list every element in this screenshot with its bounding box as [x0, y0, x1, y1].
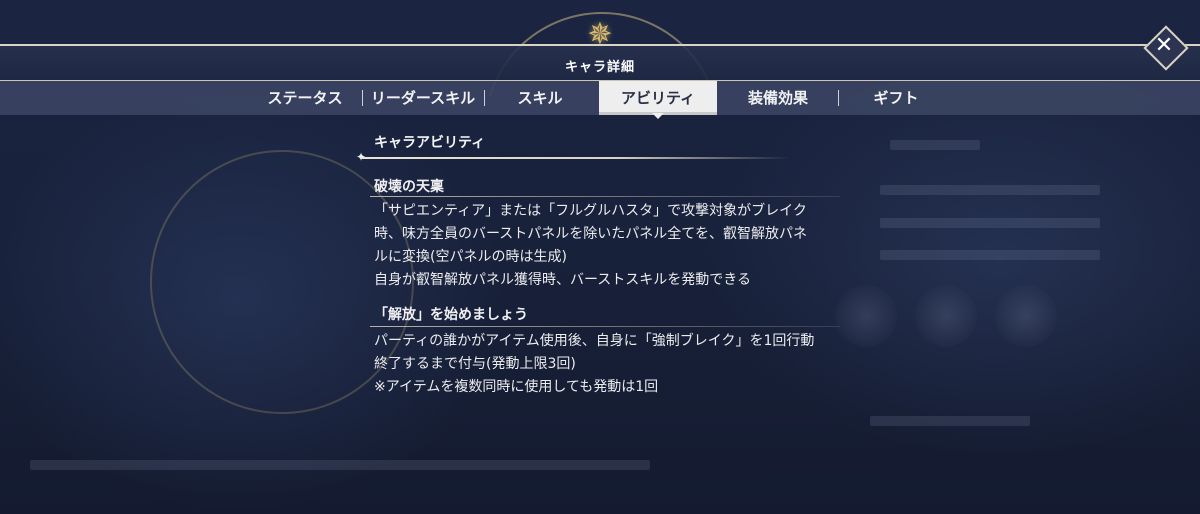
tab-ability[interactable]: アビリティ	[599, 81, 717, 115]
background-portrait	[995, 285, 1057, 347]
tab-separator	[362, 90, 363, 106]
background-stat-bar	[880, 250, 1100, 260]
ability-description: 「サピエンティア」または「フルグルハスタ」で攻撃対象がブレイク 時、味方全員のバ…	[374, 200, 864, 292]
close-icon: ✕	[1154, 33, 1174, 58]
close-button[interactable]: ✕	[1143, 25, 1189, 71]
ability-description-line: ルに変換(空パネルの時は生成)	[374, 249, 567, 265]
background-stat-bar	[30, 460, 650, 470]
ability-description-line: パーティの誰かがアイテム使用後、自身に「強制ブレイク」を1回行動	[374, 333, 815, 349]
ability-name: 「解放」を始めましょう	[374, 307, 528, 323]
background-stat-bar	[880, 185, 1100, 195]
ability-description-line: 自身が叡智解放パネル獲得時、バーストスキルを発動できる	[374, 272, 752, 288]
section-title: キャラアビリティ	[374, 135, 486, 151]
tab-separator	[484, 90, 485, 106]
ability-description-line: 時、味方全員のバーストパネルを除いたパネル全てを、叡智解放パネ	[374, 226, 808, 242]
ability-description-line: ※アイテムを複数同時に使用しても発動は1回	[374, 379, 659, 395]
background-stat-bar	[880, 218, 1100, 228]
ability-description-line: 「サピエンティア」または「フルグルハスタ」で攻撃対象がブレイク	[374, 203, 807, 219]
tab-status[interactable]: ステータス	[258, 81, 352, 115]
tab-separator	[838, 90, 839, 106]
page-title: キャラ詳細	[564, 60, 635, 75]
active-tab-pointer	[652, 113, 664, 119]
tab-equipment-effect[interactable]: 装備効果	[736, 81, 820, 115]
background-portrait	[915, 285, 977, 347]
compass-star-icon: ✵	[587, 17, 613, 52]
ability-description-line: 終了するまで付与(発動上限3回)	[374, 356, 576, 372]
tab-skill[interactable]: スキル	[500, 81, 580, 115]
ability-description: パーティの誰かがアイテム使用後、自身に「強制ブレイク」を1回行動 終了するまで付…	[374, 330, 864, 399]
ability-divider	[370, 196, 840, 197]
background-stat-bar	[870, 416, 1030, 426]
tab-leader-skill[interactable]: リーダースキル	[366, 81, 480, 115]
ability-name: 破壊の天稟	[374, 179, 444, 195]
tab-gift[interactable]: ギフト	[856, 81, 936, 115]
section-divider	[360, 157, 790, 159]
tab-bar: ステータス リーダースキル スキル アビリティ 装備効果 ギフト	[0, 80, 1200, 115]
background-stat-bar	[890, 140, 980, 150]
ability-divider	[370, 326, 840, 327]
